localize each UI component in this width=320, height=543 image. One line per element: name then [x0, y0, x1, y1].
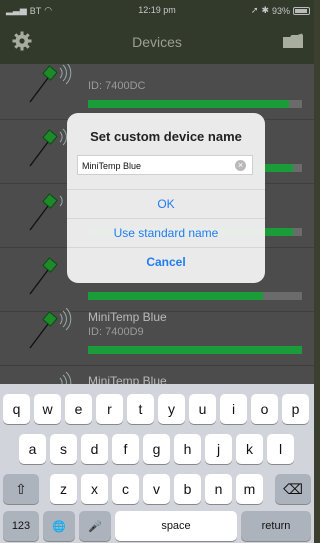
- status-bar: ▂▃▅ BT ◠ 12:19 pm ➚ ✱ 93%: [0, 0, 314, 20]
- return-key[interactable]: return: [241, 511, 311, 541]
- key-o[interactable]: o: [251, 394, 278, 424]
- folder-icon[interactable]: [282, 33, 304, 54]
- dialog-title: Set custom device name: [90, 129, 242, 144]
- signal-bar: [88, 346, 302, 354]
- key-g[interactable]: g: [143, 434, 170, 464]
- device-row[interactable]: ID: 7400DC: [0, 64, 314, 120]
- key-j[interactable]: j: [205, 434, 232, 464]
- space-key[interactable]: space: [115, 511, 237, 541]
- key-u[interactable]: u: [189, 394, 216, 424]
- shift-key[interactable]: ⇧: [3, 474, 39, 504]
- cancel-button[interactable]: Cancel: [67, 247, 265, 275]
- globe-key[interactable]: 🌐: [43, 511, 75, 541]
- key-h[interactable]: h: [174, 434, 201, 464]
- microphone-key[interactable]: 🎤: [79, 511, 111, 541]
- clear-icon[interactable]: ×: [235, 160, 246, 171]
- bluetooth-icon: ✱: [261, 5, 269, 15]
- battery-percent: 93%: [271, 5, 290, 16]
- key-c[interactable]: c: [112, 474, 139, 504]
- key-q[interactable]: q: [3, 394, 30, 424]
- key-e[interactable]: e: [65, 394, 92, 424]
- signal-bar: [88, 292, 302, 300]
- key-r[interactable]: r: [96, 394, 123, 424]
- key-y[interactable]: y: [158, 394, 185, 424]
- key-n[interactable]: n: [205, 474, 232, 504]
- use-standard-name-button[interactable]: Use standard name: [67, 218, 265, 246]
- ok-button[interactable]: OK: [67, 189, 265, 217]
- key-m[interactable]: m: [236, 474, 263, 504]
- sensor-icon: [28, 64, 76, 111]
- key-t[interactable]: t: [127, 394, 154, 424]
- device-name: MiniTemp Blue: [88, 310, 167, 324]
- sensor-icon: [28, 307, 76, 357]
- sensor-icon: [28, 371, 76, 384]
- key-b[interactable]: b: [174, 474, 201, 504]
- device-row[interactable]: MiniTemp Blue ID: 7400D9: [0, 302, 314, 366]
- device-id: ID: 7400DC: [88, 80, 146, 92]
- signal-bar: [88, 100, 302, 108]
- signal-bar-fill: [88, 292, 264, 300]
- device-name: MiniTemp Blue: [88, 374, 167, 384]
- battery-icon: [293, 6, 310, 15]
- signal-bar-fill: [88, 100, 290, 108]
- key-k[interactable]: k: [236, 434, 263, 464]
- page-title: Devices: [132, 34, 182, 50]
- key-d[interactable]: d: [81, 434, 108, 464]
- delete-key[interactable]: ⌫: [275, 474, 311, 504]
- device-name-input[interactable]: [78, 157, 252, 175]
- key-l[interactable]: l: [267, 434, 294, 464]
- key-s[interactable]: s: [50, 434, 77, 464]
- key-i[interactable]: i: [220, 394, 247, 424]
- navigation-bar: Devices: [0, 20, 314, 64]
- key-f[interactable]: f: [112, 434, 139, 464]
- location-icon: ➚: [250, 5, 259, 15]
- key-p[interactable]: p: [282, 394, 309, 424]
- device-row[interactable]: MiniTemp Blue: [0, 366, 314, 384]
- key-w[interactable]: w: [34, 394, 61, 424]
- key-a[interactable]: a: [19, 434, 46, 464]
- rename-dialog: Set custom device name × OK Use standard…: [67, 113, 265, 283]
- device-name-field[interactable]: ×: [77, 155, 253, 175]
- numbers-key[interactable]: 123: [3, 511, 39, 541]
- device-id: ID: 7400D9: [88, 326, 144, 338]
- key-x[interactable]: x: [81, 474, 108, 504]
- key-v[interactable]: v: [143, 474, 170, 504]
- key-z[interactable]: z: [50, 474, 77, 504]
- signal-bar-fill: [88, 346, 302, 354]
- keyboard: q w e r t y u i o p a s d f g h j k l ⇧ …: [0, 384, 314, 543]
